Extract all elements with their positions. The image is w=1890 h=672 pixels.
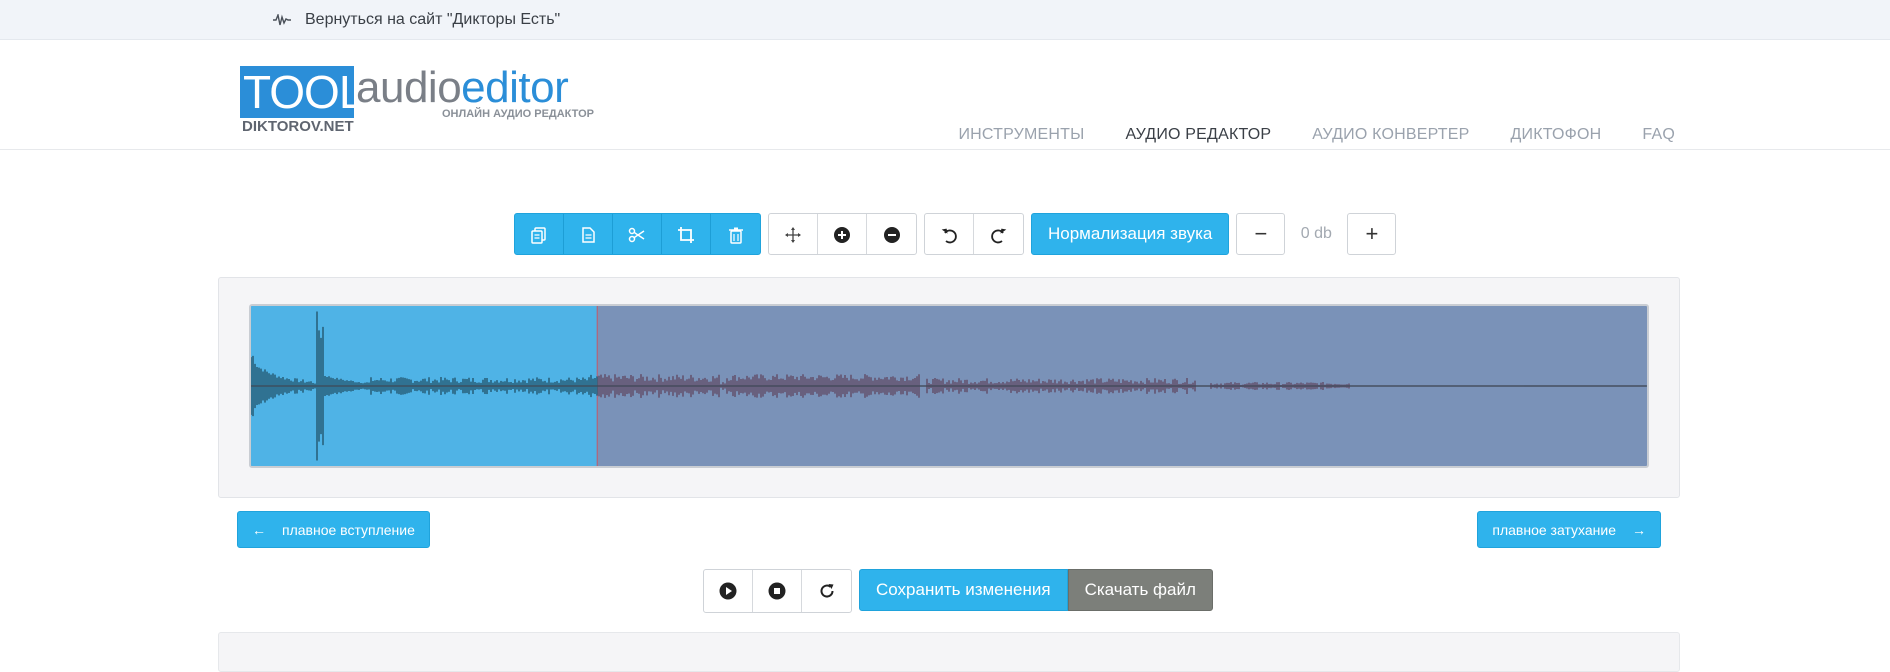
logo-sub-left: DIKTOROV.NET bbox=[242, 118, 354, 135]
stop-icon bbox=[768, 582, 786, 600]
crop-button[interactable] bbox=[662, 214, 711, 254]
redo-icon bbox=[990, 228, 1006, 244]
gain-value: 0 db bbox=[1300, 225, 1332, 242]
fade-out-label: плавное затухание bbox=[1492, 521, 1616, 538]
crop-icon bbox=[678, 227, 694, 243]
logo-word-main: audio bbox=[356, 63, 462, 112]
paste-button[interactable] bbox=[564, 214, 613, 254]
cut-button[interactable] bbox=[613, 214, 662, 254]
redo-button[interactable] bbox=[974, 214, 1023, 254]
copy-button[interactable] bbox=[515, 214, 564, 254]
stop-button[interactable] bbox=[753, 570, 802, 612]
logo-word-accent: editor bbox=[461, 63, 569, 112]
main-nav: ИНСТРУМЕНТЫ АУДИО РЕДАКТОР АУДИО КОНВЕРТ… bbox=[958, 80, 1675, 190]
zoom-in-icon bbox=[834, 227, 850, 243]
save-changes-button[interactable]: Сохранить изменения bbox=[859, 569, 1068, 611]
editor-toolbar: Нормализация звука − 0 db + bbox=[514, 213, 1397, 255]
cut-icon bbox=[628, 227, 645, 243]
history-button-group bbox=[924, 213, 1024, 255]
zoom-in-button[interactable] bbox=[818, 214, 867, 254]
logo-wordmark: audioeditor bbox=[356, 62, 569, 114]
gain-decrease-button[interactable]: − bbox=[1236, 213, 1286, 255]
fade-out-button[interactable]: плавное затухание → bbox=[1477, 511, 1661, 548]
delete-button[interactable] bbox=[711, 214, 760, 254]
nav-item-faq[interactable]: FAQ bbox=[1642, 126, 1675, 144]
player-controls: Сохранить изменения Скачать файл bbox=[703, 569, 1213, 613]
back-link-label: Вернуться на сайт "Дикторы Есть" bbox=[305, 11, 561, 28]
playback-button-group bbox=[703, 569, 852, 613]
trash-icon bbox=[728, 227, 743, 244]
zoom-out-button[interactable] bbox=[867, 214, 916, 254]
waveform-canvas[interactable] bbox=[249, 304, 1649, 468]
logo[interactable]: TOOLS. DIKTOROV.NET audioeditor ОНЛАЙН А… bbox=[240, 62, 600, 135]
logo-tagline: ОНЛАЙН АУДИО РЕДАКТОР bbox=[442, 108, 595, 120]
refresh-icon bbox=[820, 584, 834, 598]
fade-in-button[interactable]: ← плавное вступление bbox=[237, 511, 430, 548]
back-to-site-link[interactable]: Вернуться на сайт "Дикторы Есть" bbox=[273, 0, 560, 40]
arrow-right-icon: → bbox=[1632, 521, 1646, 538]
gain-increase-button[interactable]: + bbox=[1347, 213, 1397, 255]
undo-button[interactable] bbox=[925, 214, 974, 254]
bottom-panel bbox=[218, 632, 1680, 672]
move-icon bbox=[785, 227, 801, 243]
nav-item-audio-editor[interactable]: АУДИО РЕДАКТОР bbox=[1125, 126, 1271, 144]
normalize-button[interactable]: Нормализация звука bbox=[1031, 213, 1230, 255]
view-button-group bbox=[768, 213, 917, 255]
play-icon bbox=[719, 582, 737, 600]
nav-item-dictaphone[interactable]: ДИКТОФОН bbox=[1510, 126, 1601, 144]
header: TOOLS. DIKTOROV.NET audioeditor ОНЛАЙН А… bbox=[0, 40, 1890, 150]
waveform-graphic bbox=[251, 306, 1647, 466]
download-file-button[interactable]: Скачать файл bbox=[1067, 569, 1213, 611]
nav-item-tools[interactable]: ИНСТРУМЕНТЫ bbox=[958, 126, 1084, 144]
audio-wave-icon bbox=[273, 14, 291, 26]
arrow-left-icon: ← bbox=[252, 521, 266, 538]
logo-box-text: TOOLS. bbox=[243, 66, 406, 118]
gain-control: − 0 db + bbox=[1236, 213, 1397, 255]
nav-item-audio-converter[interactable]: АУДИО КОНВЕРТЕР bbox=[1312, 126, 1469, 144]
undo-icon bbox=[941, 228, 957, 244]
move-button[interactable] bbox=[769, 214, 818, 254]
fade-in-label: плавное вступление bbox=[282, 521, 415, 538]
copy-icon bbox=[531, 227, 546, 244]
zoom-out-icon bbox=[883, 227, 900, 243]
top-bar: Вернуться на сайт "Дикторы Есть" bbox=[0, 0, 1890, 40]
reload-button[interactable] bbox=[802, 570, 851, 612]
play-button[interactable] bbox=[704, 570, 753, 612]
paste-icon bbox=[582, 227, 595, 243]
edit-button-group bbox=[514, 213, 761, 255]
